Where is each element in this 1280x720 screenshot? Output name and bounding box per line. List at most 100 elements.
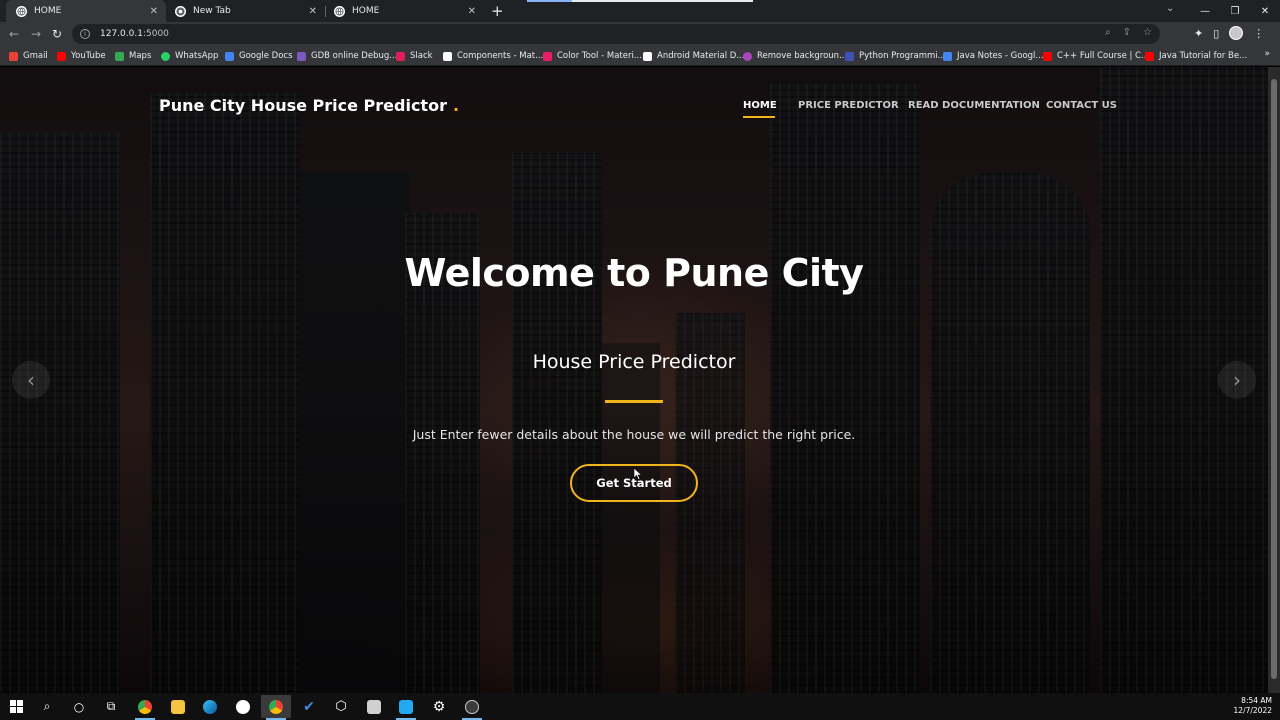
back-arrow-icon[interactable]: ← <box>9 26 19 42</box>
close-tab-icon[interactable]: ✕ <box>468 6 476 17</box>
browser-tab-1[interactable]: HOME ✕ <box>6 0 166 22</box>
zoom-icon[interactable]: ⌕ <box>1105 27 1111 38</box>
bookmark-item[interactable]: Components - Mat... <box>443 49 543 63</box>
bookmark-item[interactable]: Java Tutorial for Be... <box>1145 49 1247 63</box>
bookmark-item[interactable]: YouTube <box>57 49 106 63</box>
color-tool-icon <box>543 51 552 61</box>
bookmark-item[interactable]: GDB online Debug... <box>297 49 397 63</box>
site-logo[interactable]: Pune City House Price Predictor. <box>159 96 459 115</box>
chrome-icon <box>138 699 152 714</box>
nav-home[interactable]: HOME <box>743 100 777 111</box>
bookmark-item[interactable]: WhatsApp <box>161 49 218 63</box>
close-tab-icon[interactable]: ✕ <box>150 6 158 17</box>
bookmarks-overflow-button[interactable]: » <box>1264 49 1270 59</box>
windows-taskbar: ⌕ ○ ⧉ ✔ ⬡ ⚙ 8:54 AM 12/7/2022 <box>0 693 1280 720</box>
clock-time: 8:54 AM <box>1241 696 1272 705</box>
new-tab-button[interactable]: + <box>491 2 504 20</box>
bookmark-item[interactable]: Java Notes - Googl... <box>943 49 1044 63</box>
whatsapp-icon <box>161 51 170 61</box>
globe-icon <box>16 5 27 17</box>
text-cursor-icon <box>633 468 641 480</box>
bookmark-item[interactable]: Color Tool - Materi... <box>543 49 642 63</box>
menu-kebab-icon[interactable]: ⋮ <box>1253 27 1264 40</box>
cube-icon: ⬡ <box>335 699 347 714</box>
browser-tabstrip: HOME ✕ New Tab ✕ HOME ✕ + ⌄ — ❐ ✕ <box>0 0 1280 22</box>
browser-tab-3[interactable]: HOME ✕ <box>324 0 484 22</box>
file-explorer-icon[interactable] <box>163 695 193 718</box>
minimize-icon[interactable]: — <box>1190 0 1220 22</box>
browser-toolbar: ← → ↻ i 127.0.0.1:5000 ⌕ ⇪ ☆ ✦ ▯ ⋮ <box>0 22 1280 46</box>
cortana-icon[interactable]: ○ <box>64 695 94 718</box>
tab-search-icon[interactable]: ⌄ <box>1166 3 1174 14</box>
bookmark-item[interactable]: Android Material D... <box>643 49 744 63</box>
gmail-icon <box>9 51 18 61</box>
page-icon <box>643 51 652 61</box>
profile-avatar[interactable] <box>1229 26 1244 40</box>
page-scrollbar[interactable] <box>1268 67 1280 693</box>
youtube-icon <box>1145 51 1154 61</box>
chrome-taskbar-icon[interactable] <box>130 695 160 720</box>
bookmark-item[interactable]: Gmail <box>9 49 48 63</box>
scrollbar-thumb[interactable] <box>1271 79 1277 679</box>
bookmark-item[interactable]: Slack <box>396 49 433 63</box>
side-panel-icon[interactable]: ▯ <box>1213 27 1219 40</box>
forward-arrow-icon[interactable]: → <box>31 26 41 42</box>
bookmark-item[interactable]: Python Programmi... <box>845 49 946 63</box>
chrome-icon <box>269 699 283 714</box>
hero-section: Pune City House Price Predictor. HOME PR… <box>0 67 1268 693</box>
folder-icon <box>171 699 185 714</box>
address-bar[interactable]: i 127.0.0.1:5000 ⌕ ⇪ ☆ <box>72 24 1160 44</box>
bookmark-item[interactable]: Google Docs <box>225 49 293 63</box>
browser-tab-2[interactable]: New Tab ✕ <box>165 0 325 22</box>
app-logo-icon <box>367 699 381 714</box>
nav-price-predictor[interactable]: PRICE PREDICTOR <box>798 100 899 111</box>
site-brand-text: Pune City House Price Predictor <box>159 96 447 115</box>
windows-start-icon[interactable] <box>1 695 31 718</box>
window-close-icon[interactable]: ✕ <box>1250 0 1280 22</box>
todo-icon[interactable]: ✔ <box>294 695 324 718</box>
nav-read-documentation[interactable]: READ DOCUMENTATION <box>908 100 1040 111</box>
edge-icon[interactable] <box>195 695 225 718</box>
share-icon[interactable]: ⇪ <box>1123 27 1131 38</box>
obs-logo-icon <box>465 699 479 714</box>
vscode-logo-icon <box>399 699 413 714</box>
close-tab-icon[interactable]: ✕ <box>309 6 317 17</box>
tab-title: HOME <box>34 6 62 16</box>
task-view-icon[interactable]: ⧉ <box>96 695 126 718</box>
chrome-active-taskbar-icon[interactable] <box>261 695 291 720</box>
clock-date: 12/7/2022 <box>1233 706 1272 715</box>
obs-icon[interactable] <box>457 695 487 720</box>
carousel-next-button[interactable]: › <box>1218 361 1256 399</box>
reload-icon[interactable]: ↻ <box>52 26 62 42</box>
nav-contact-us[interactable]: CONTACT US <box>1046 100 1117 111</box>
gear-icon: ⚙ <box>432 698 446 715</box>
loading-bar <box>527 0 753 2</box>
system-clock[interactable]: 8:54 AM 12/7/2022 <box>1234 696 1272 716</box>
youtube-icon <box>1043 51 1052 61</box>
hero-divider <box>605 400 663 403</box>
settings-gear-icon[interactable]: ⚙ <box>424 695 454 718</box>
vscode-icon[interactable] <box>391 695 421 720</box>
slack-icon <box>396 51 405 61</box>
gdb-icon <box>297 51 306 61</box>
bookmark-item[interactable]: C++ Full Course | C... <box>1043 49 1149 63</box>
bookmark-item[interactable]: Maps <box>115 49 151 63</box>
removebg-icon <box>743 51 752 61</box>
active-nav-indicator <box>743 116 775 118</box>
bookmarks-bar: Gmail YouTube Maps WhatsApp Google Docs … <box>0 46 1280 66</box>
3d-viewer-icon[interactable]: ⬡ <box>326 695 356 718</box>
snipping-tool-icon[interactable] <box>359 695 389 718</box>
bookmark-star-icon[interactable]: ☆ <box>1143 27 1152 38</box>
maps-icon <box>115 51 124 61</box>
extensions-icon[interactable]: ✦ <box>1194 27 1203 40</box>
restore-icon[interactable]: ❐ <box>1220 0 1250 22</box>
word-icon[interactable] <box>228 695 258 718</box>
site-info-icon[interactable]: i <box>80 29 90 39</box>
bookmark-item[interactable]: Remove backgroun... <box>743 49 847 63</box>
globe-icon <box>334 5 345 17</box>
carousel-prev-button[interactable]: ‹ <box>12 361 50 399</box>
search-icon[interactable]: ⌕ <box>32 695 62 718</box>
dark-overlay <box>0 67 1268 693</box>
python-icon <box>845 51 854 61</box>
tab-title: HOME <box>352 6 380 16</box>
